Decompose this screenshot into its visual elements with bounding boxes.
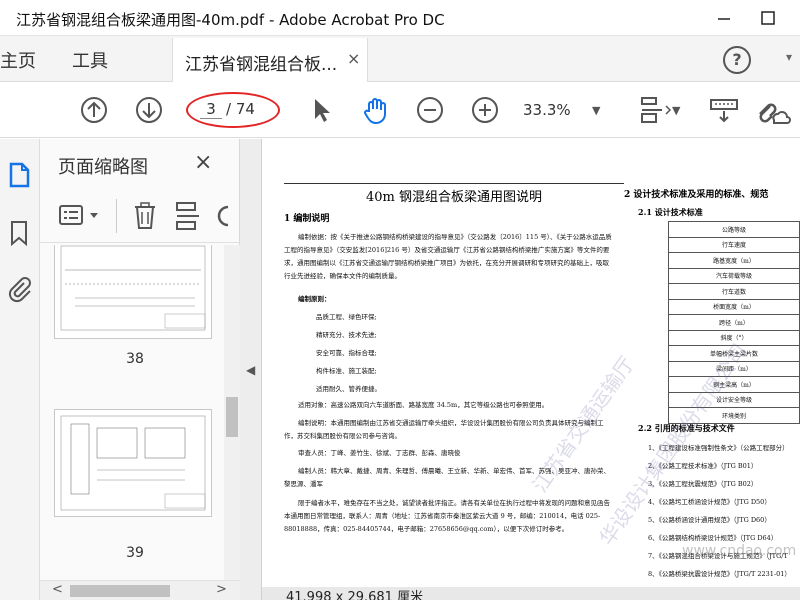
scroll-right-arrow-icon[interactable]: >: [216, 582, 227, 597]
principle-item: 构件标准、施工装配;: [316, 367, 377, 375]
table-cell: 公路等级: [668, 221, 800, 238]
paragraph-basis: 编制依据：按《关于推进公路钢结构桥梁建设的指导意见》（交公路发〔2016〕115…: [284, 233, 612, 280]
paragraph-target: 适用对象：高速公路双向六车道断面、路基宽度 34.5m，其它等级公路也可参照使用…: [298, 401, 549, 409]
scrollbar-thumb[interactable]: [226, 397, 238, 437]
thumbnail-list: 38 39: [40, 245, 232, 580]
page-thumbnails-icon[interactable]: [6, 161, 32, 193]
principle-item: 安全可靠、指标合理;: [316, 349, 377, 357]
document-tab[interactable]: 江苏省钢混组合板... ×: [172, 38, 368, 82]
menu-tools[interactable]: 工具: [72, 47, 108, 73]
section-2-heading: 2 设计技术标准及采用的标准、规范: [624, 190, 769, 200]
left-navigation-rail: [0, 139, 40, 600]
panel-divider: [116, 199, 117, 233]
table-cell: 行车速度: [668, 236, 800, 253]
menu-home[interactable]: 主页: [0, 47, 36, 73]
section-2-1-heading: 2.1 设计技术标准: [638, 207, 703, 217]
minimize-icon[interactable]: [712, 6, 736, 30]
panel-title: 页面缩略图: [58, 157, 148, 178]
window-title: 江苏省钢混组合板梁通用图-40m.pdf - Adobe Acrobat Pro…: [16, 11, 445, 29]
principle-item: 品质工程、绿色环保;: [316, 313, 377, 321]
page-size-label: 41.998 x 29.681 厘米: [286, 590, 424, 600]
table-cell: 路基宽度（m）: [668, 252, 800, 269]
paragraph-note: 限于编者水平，难免存在不当之处，诚望读者批评指正。请各有关单位在执行过程中将发现…: [284, 499, 610, 533]
section-1-heading: 1 编制说明: [284, 214, 330, 224]
pdf-page: 40m 钢混组合板梁通用图说明 1 编制说明 编制依据：按《关于推进公路钢结构桥…: [262, 139, 800, 587]
scroll-left-icon[interactable]: <: [52, 582, 63, 597]
fit-page-icon[interactable]: [636, 94, 672, 126]
attachment-icon[interactable]: [6, 275, 32, 309]
share-link-icon[interactable]: [752, 94, 791, 126]
collapse-arrow-icon[interactable]: ◀: [246, 363, 255, 377]
insert-page-icon[interactable]: [174, 201, 202, 235]
spec-table: 公路等级 行车速度 路基宽度（m） 汽车荷载等级 行车道数 桥面宽度（m） 跨径…: [668, 221, 800, 424]
table-cell: 桥面宽度（m）: [668, 298, 800, 315]
thumbnail-label-38: 38: [126, 351, 144, 367]
reference-item: 8、《公路桥梁抗震设计规范》（JTG/T 2231-01）: [648, 570, 791, 578]
table-cell: 行车道数: [668, 283, 800, 300]
zoom-out-icon[interactable]: [414, 94, 446, 126]
panel-collapse-handle[interactable]: ◀: [240, 139, 262, 600]
doc-title: 40m 钢混组合板梁通用图说明: [365, 190, 542, 205]
reference-item: 6、《公路钢结构桥梁设计规范》（JTG D64）: [648, 534, 778, 542]
document-view[interactable]: 40m 钢混组合板梁通用图说明 1 编制说明 编制依据：按《关于推进公路钢结构桥…: [262, 139, 800, 600]
thumbnails-panel: 页面缩略图 × 38 39 < >: [40, 139, 240, 600]
previous-page-icon[interactable]: [78, 94, 110, 126]
principle-item: 精研充分、技术先进;: [316, 331, 377, 339]
thumbnail-vertical-scrollbar[interactable]: [224, 245, 240, 580]
reference-item: 5、《公路桥涵设计通用规范》（JTG D60）: [648, 516, 771, 524]
table-cell: 汽车荷载等级: [668, 267, 800, 284]
title-bar: 江苏省钢混组合板梁通用图-40m.pdf - Adobe Acrobat Pro…: [0, 0, 800, 36]
thumbnail-page-39[interactable]: [54, 409, 212, 517]
site-watermark: www.cndao.com: [682, 543, 797, 559]
table-cell: 跨径（m）: [668, 314, 800, 331]
page-size-bar: 41.998 x 29.681 厘米: [262, 587, 800, 600]
thumbnail-options-icon[interactable]: [58, 203, 102, 233]
title-rule: [284, 183, 624, 184]
help-icon[interactable]: ?: [723, 46, 751, 74]
tab-label: 江苏省钢混组合板...: [185, 55, 338, 75]
scroll-right-icon[interactable]: ▾: [786, 50, 792, 64]
zoom-in-icon[interactable]: [469, 94, 501, 126]
thumbnail-label-39: 39: [126, 545, 144, 561]
rotate-page-icon[interactable]: [216, 203, 236, 233]
highlight-annotation: [186, 92, 280, 128]
principles-heading: 编制原则：: [298, 295, 331, 303]
zoom-level[interactable]: 33.3%: [523, 101, 571, 119]
menu-bar: 主页 工具: [0, 36, 800, 82]
maximize-icon[interactable]: [756, 6, 780, 30]
thumbnail-horizontal-scrollbar[interactable]: < >: [40, 580, 240, 600]
next-page-icon[interactable]: [133, 94, 165, 126]
tab-close-icon[interactable]: ×: [347, 49, 360, 68]
fit-dropdown-icon[interactable]: ▼: [672, 104, 680, 117]
zoom-dropdown-icon[interactable]: ▼: [592, 104, 600, 117]
panel-toolbar: [40, 189, 240, 243]
hand-tool-icon[interactable]: [360, 94, 392, 126]
bookmark-icon[interactable]: [6, 219, 32, 251]
select-cursor-icon[interactable]: [305, 94, 337, 126]
delete-page-icon[interactable]: [132, 201, 158, 235]
keyboard-icon[interactable]: [708, 94, 740, 126]
principle-item: 适用耐久、管养便捷。: [316, 385, 381, 393]
horizontal-scrollbar-thumb[interactable]: [70, 585, 170, 597]
reference-item: 4、《公路圬工桥涵设计规范》（JTG D50）: [648, 498, 771, 506]
toolbar: 3 / 74 33.3% ▼ ▼: [0, 82, 800, 138]
panel-close-icon[interactable]: ×: [194, 150, 212, 175]
thumbnail-page-38[interactable]: [54, 245, 212, 339]
